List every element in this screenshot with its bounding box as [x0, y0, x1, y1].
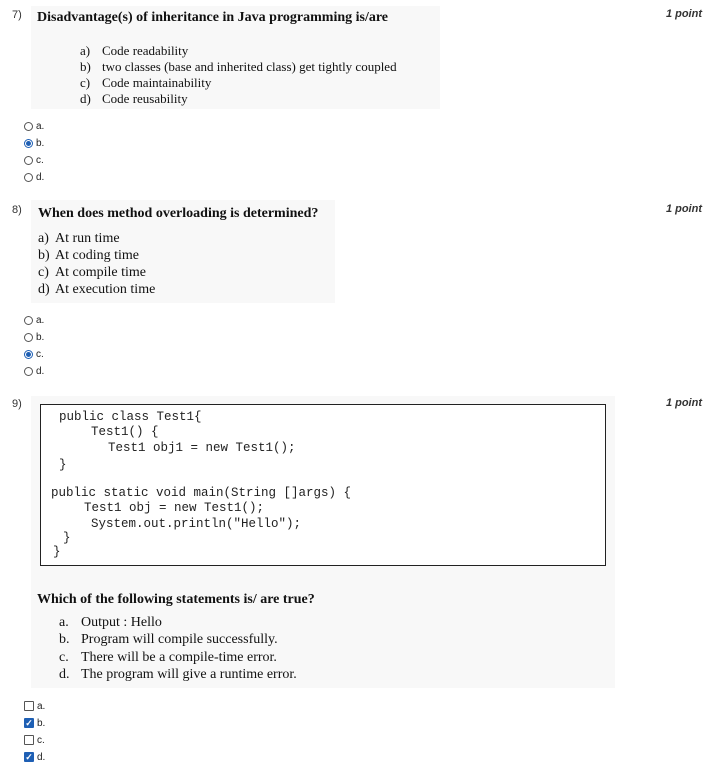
- question-number: 8): [12, 204, 22, 216]
- option-b: b) At coding time: [38, 248, 139, 263]
- checkbox-unchecked-icon[interactable]: [24, 735, 34, 745]
- radio-unselected-icon[interactable]: [24, 172, 33, 182]
- answer-a-radio[interactable]: a.: [24, 119, 44, 133]
- question-number: 7): [12, 9, 22, 21]
- answer-d-radio[interactable]: d.: [24, 364, 44, 378]
- radio-selected-icon[interactable]: [24, 138, 33, 148]
- answer-b-radio[interactable]: b.: [24, 136, 44, 150]
- answer-d-radio[interactable]: d.: [24, 170, 44, 184]
- checkbox-checked-icon[interactable]: ✓: [24, 752, 34, 762]
- radio-selected-icon[interactable]: [24, 349, 33, 359]
- option-d: d. The program will give a runtime error.: [59, 667, 297, 682]
- option-d: d) Code reusability: [80, 91, 188, 106]
- code-line: System.out.println("Hello");: [91, 517, 302, 531]
- code-line: }: [63, 531, 71, 545]
- code-line: public class Test1{: [59, 410, 202, 424]
- checkbox-checked-icon[interactable]: ✓: [24, 718, 34, 728]
- radio-unselected-icon[interactable]: [24, 332, 33, 342]
- option-a: a) Code readability: [80, 43, 189, 58]
- answer-a-checkbox[interactable]: a.: [24, 699, 45, 713]
- option-a: a. Output : Hello: [59, 615, 162, 630]
- option-c: c) Code maintainability: [80, 75, 212, 90]
- code-line: Test1() {: [91, 425, 159, 439]
- question-number: 9): [12, 398, 22, 410]
- option-b: b. Program will compile successfully.: [59, 632, 278, 647]
- code-line: public static void main(String []args) {: [51, 486, 352, 500]
- answer-c-radio[interactable]: c.: [24, 347, 44, 361]
- radio-unselected-icon[interactable]: [24, 315, 33, 325]
- answer-a-radio[interactable]: a.: [24, 313, 44, 327]
- answer-c-checkbox[interactable]: c.: [24, 733, 45, 747]
- option-a: a) At run time: [38, 231, 120, 246]
- points-label: 1 point: [665, 8, 702, 20]
- radio-unselected-icon[interactable]: [24, 155, 33, 165]
- points-label: 1 point: [665, 397, 702, 409]
- checkbox-unchecked-icon[interactable]: [24, 701, 34, 711]
- question-title: When does method overloading is determin…: [38, 206, 319, 221]
- option-b: b) two classes (base and inherited class)…: [80, 59, 397, 74]
- question-title: Disadvantage(s) of inheritance in Java p…: [37, 10, 389, 25]
- code-block: public class Test1{ Test1() { Test1 obj1…: [40, 404, 606, 566]
- points-label: 1 point: [665, 203, 702, 215]
- option-c: c) At compile time: [38, 265, 146, 280]
- radio-unselected-icon[interactable]: [24, 366, 33, 376]
- question-title: Which of the following statements is/ ar…: [37, 592, 315, 607]
- option-d: d) At execution time: [38, 282, 156, 297]
- option-c: c. There will be a compile-time error.: [59, 650, 277, 665]
- answer-b-radio[interactable]: b.: [24, 330, 44, 344]
- answer-d-checkbox[interactable]: ✓ d.: [24, 750, 45, 764]
- code-line: Test1 obj = new Test1();: [84, 501, 265, 515]
- code-line: }: [53, 545, 61, 559]
- radio-unselected-icon[interactable]: [24, 121, 33, 131]
- answer-b-checkbox[interactable]: ✓ b.: [24, 716, 45, 730]
- code-line: }: [59, 458, 67, 472]
- code-line: Test1 obj1 = new Test1();: [108, 441, 296, 455]
- answer-c-radio[interactable]: c.: [24, 153, 44, 167]
